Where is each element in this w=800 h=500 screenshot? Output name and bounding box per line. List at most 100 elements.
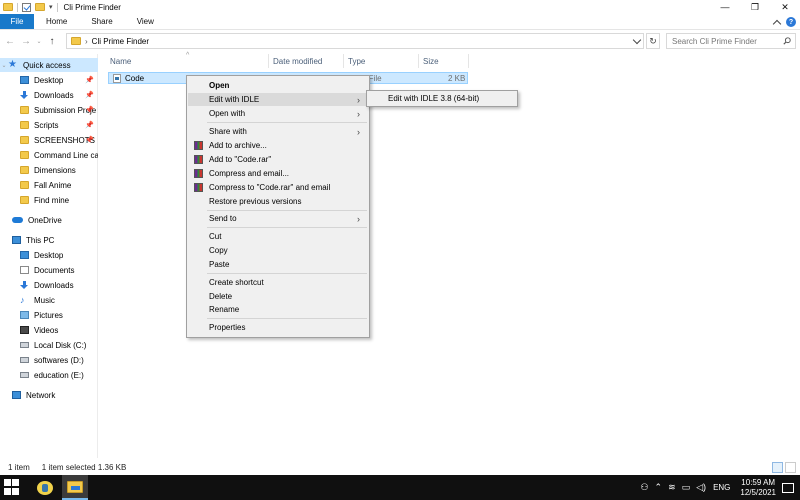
folder-icon — [20, 136, 29, 144]
language-indicator[interactable]: ENG — [713, 483, 730, 492]
sidebar-item-desktop[interactable]: Desktop 📌 — [20, 73, 98, 87]
folder-icon — [20, 151, 29, 159]
large-icons-view-icon[interactable] — [785, 462, 796, 473]
cloud-icon — [12, 217, 23, 223]
chevron-up-icon[interactable]: ⌃ — [655, 482, 663, 493]
menu-item-create-shortcut[interactable]: Create shortcut — [188, 276, 368, 289]
recent-locations-icon[interactable]: ⌄ — [34, 38, 44, 45]
sidebar-item-videos[interactable]: Videos — [20, 323, 98, 337]
desktop-icon — [20, 76, 29, 84]
sidebar-item-documents[interactable]: Documents — [20, 263, 98, 277]
system-tray: ⚇ ⌃ ≋ ▭ ◁) ENG 10:59 AM 12/5/2021 — [637, 475, 800, 500]
customize-toolbar-dropdown-icon[interactable]: ▾ — [49, 3, 53, 11]
wifi-icon[interactable]: ≋ — [668, 482, 676, 493]
menu-item-restore-previous-versions[interactable]: Restore previous versions — [188, 195, 368, 208]
menu-item-paste[interactable]: Paste — [188, 258, 368, 271]
refresh-button[interactable]: ↻ — [646, 33, 660, 49]
sidebar-item-submission-project[interactable]: Submission Proje 📌 — [20, 103, 98, 117]
volume-icon[interactable]: ◁) — [696, 482, 706, 493]
windows-start-icon[interactable] — [4, 479, 20, 495]
sidebar-item-network[interactable]: Network — [6, 388, 98, 402]
tab-view[interactable]: View — [125, 14, 166, 29]
star-icon: ★ — [8, 59, 17, 70]
minimize-button[interactable]: — — [710, 0, 740, 14]
file-explorer-icon — [67, 480, 83, 493]
close-button[interactable]: ✕ — [770, 0, 800, 14]
sidebar-item-dimensions[interactable]: Dimensions — [20, 163, 98, 177]
sidebar-item-command-line-calc[interactable]: Command Line calc — [20, 148, 98, 162]
menu-item-add-to-archive[interactable]: Add to archive... — [188, 139, 368, 152]
sidebar-item-local-disk-c[interactable]: Local Disk (C:) — [20, 338, 98, 352]
sidebar-item-pictures[interactable]: Pictures — [20, 308, 98, 322]
winrar-icon — [194, 155, 203, 164]
chevron-down-icon[interactable]: ⌄ — [0, 62, 8, 69]
menu-item-edit-with-idle[interactable]: Edit with IDLE › — [188, 93, 368, 106]
details-view-icon[interactable] — [772, 462, 783, 473]
taskbar-idle-app[interactable] — [32, 475, 58, 500]
tab-file[interactable]: File — [0, 14, 34, 29]
sort-ascending-icon: ^ — [186, 52, 190, 59]
menu-item-send-to[interactable]: Send to › — [188, 212, 368, 225]
notification-icon[interactable] — [782, 482, 794, 493]
sidebar-item-downloads[interactable]: Downloads 📌 — [20, 88, 98, 102]
maximize-button[interactable]: ❐ — [740, 0, 770, 14]
sidebar-item-this-pc[interactable]: This PC — [6, 233, 98, 247]
menu-item-properties[interactable]: Properties — [188, 321, 368, 334]
disk-icon — [20, 342, 29, 348]
sidebar-item-softwares-d[interactable]: softwares (D:) — [20, 353, 98, 367]
menu-item-compress-to-rar-and-email[interactable]: Compress to "Code.rar" and email — [188, 181, 368, 194]
sidebar-item-pc-desktop[interactable]: Desktop — [20, 248, 98, 262]
navigation-pane: ⌄ ★ Quick access Desktop 📌 Downloads 📌 S… — [0, 54, 98, 458]
breadcrumb-separator-icon[interactable]: › — [85, 37, 88, 46]
column-header-type[interactable]: Type — [348, 54, 365, 68]
column-header-name[interactable]: Name — [110, 54, 131, 68]
menu-item-rename[interactable]: Rename — [188, 303, 368, 316]
sidebar-item-education-e[interactable]: education (E:) — [20, 368, 98, 382]
sidebar-item-scripts[interactable]: Scripts 📌 — [20, 118, 98, 132]
folder-icon — [20, 121, 29, 129]
sidebar-item-quick-access[interactable]: ⌄ ★ Quick access — [0, 58, 98, 72]
menu-item-edit-with-idle-38[interactable]: Edit with IDLE 3.8 (64-bit) — [368, 92, 516, 105]
properties-check-icon[interactable] — [22, 2, 31, 12]
battery-icon[interactable]: ▭ — [682, 482, 691, 493]
disk-icon — [20, 372, 29, 378]
address-dropdown-icon[interactable] — [632, 35, 642, 45]
menu-item-share-with[interactable]: Share with › — [188, 125, 368, 138]
folder-icon — [3, 3, 13, 11]
menu-item-open[interactable]: Open — [188, 79, 368, 92]
people-icon[interactable]: ⚇ — [640, 482, 648, 493]
sidebar-item-find-mine[interactable]: Find mine — [20, 193, 98, 207]
breadcrumb-current[interactable]: Cli Prime Finder — [92, 37, 149, 46]
sidebar-item-music[interactable]: ♪ Music — [20, 293, 98, 307]
new-folder-icon[interactable] — [35, 3, 45, 11]
menu-item-compress-and-email[interactable]: Compress and email... — [188, 167, 368, 180]
column-header-size[interactable]: Size — [423, 54, 439, 68]
search-icon[interactable] — [783, 37, 791, 45]
sidebar-item-onedrive[interactable]: OneDrive — [6, 213, 98, 227]
back-arrow-icon[interactable]: ← — [2, 36, 18, 47]
chevron-right-icon: › — [357, 94, 360, 105]
search-input[interactable]: Search Cli Prime Finder — [666, 33, 796, 49]
menu-item-cut[interactable]: Cut — [188, 230, 368, 243]
sidebar-item-pc-downloads[interactable]: Downloads — [20, 278, 98, 292]
column-header-date-modified[interactable]: Date modified — [273, 54, 322, 68]
clock[interactable]: 10:59 AM 12/5/2021 — [740, 478, 776, 498]
expand-ribbon-icon[interactable] — [772, 19, 782, 28]
address-bar[interactable]: › Cli Prime Finder — [66, 33, 644, 49]
tab-home[interactable]: Home — [34, 14, 79, 29]
menu-item-add-to-code-rar[interactable]: Add to "Code.rar" — [188, 153, 368, 166]
sidebar-item-fall-anime[interactable]: Fall Anime — [20, 178, 98, 192]
help-icon[interactable]: ? — [786, 17, 796, 27]
navigation-bar: ← → ⌄ ↑ › Cli Prime Finder ↻ Search Cli … — [0, 31, 800, 51]
menu-item-delete[interactable]: Delete — [188, 290, 368, 303]
tab-share[interactable]: Share — [79, 14, 124, 29]
documents-icon — [20, 266, 29, 274]
taskbar-file-explorer[interactable] — [62, 475, 88, 500]
menu-item-open-with[interactable]: Open with › — [188, 107, 368, 120]
forward-arrow-icon[interactable]: → — [18, 36, 34, 47]
sidebar-item-screenshots[interactable]: SCREENSHOTS 📌 — [20, 133, 98, 147]
quick-access-toolbar: ▾ — [0, 2, 58, 12]
menu-item-copy[interactable]: Copy — [188, 244, 368, 257]
up-arrow-icon[interactable]: ↑ — [44, 36, 60, 47]
python-idle-icon — [37, 480, 53, 495]
